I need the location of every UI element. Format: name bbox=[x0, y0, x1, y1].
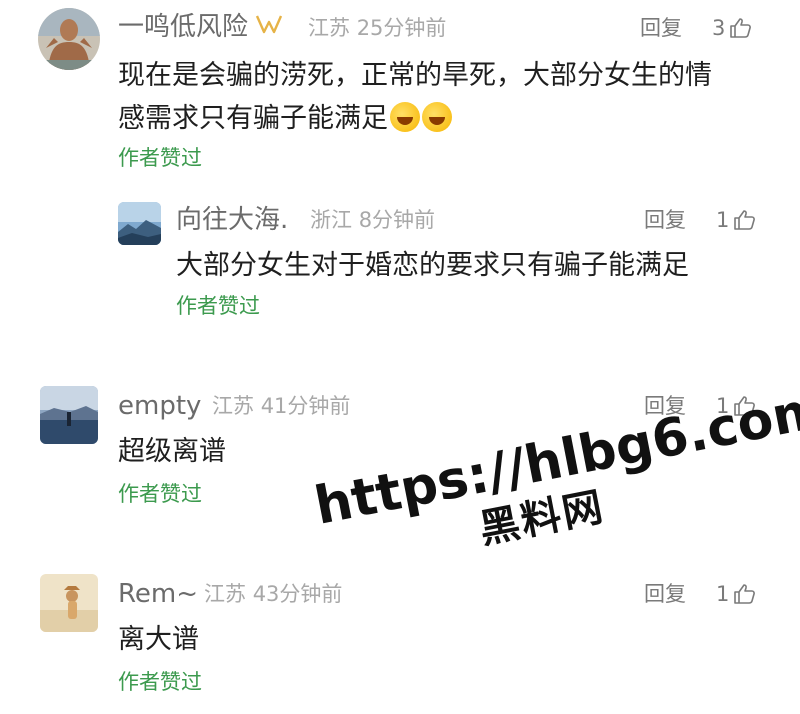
username[interactable]: Rem~ bbox=[118, 578, 198, 610]
like-button[interactable]: 1 bbox=[716, 578, 757, 610]
thumbs-up-icon bbox=[730, 18, 752, 38]
avatar[interactable] bbox=[40, 386, 98, 444]
like-button[interactable]: 3 bbox=[712, 12, 753, 44]
laughing-emoji-icon bbox=[390, 102, 420, 132]
comment-item: 一鸣低风险 江苏 25分钟前 回复 3 现在是会骗的涝死，正常的旱死，大部分女生… bbox=[0, 0, 800, 200]
reply-button[interactable]: 回复 bbox=[640, 12, 682, 44]
author-liked-label: 作者赞过 bbox=[118, 146, 202, 170]
thumbs-up-icon bbox=[734, 584, 756, 604]
avatar[interactable] bbox=[118, 202, 161, 245]
reply-button[interactable]: 回复 bbox=[644, 204, 686, 236]
like-button[interactable]: 1 bbox=[716, 204, 757, 236]
comment-text: 大部分女生对于婚恋的要求只有骗子能满足 bbox=[176, 250, 689, 281]
avatar[interactable] bbox=[38, 8, 100, 70]
author-liked-label: 作者赞过 bbox=[118, 670, 202, 694]
author-liked-label: 作者赞过 bbox=[176, 294, 260, 318]
vip-badge-icon bbox=[254, 12, 284, 44]
author-liked-label: 作者赞过 bbox=[118, 482, 202, 506]
laughing-emoji-icon bbox=[422, 102, 452, 132]
username[interactable]: empty bbox=[118, 390, 201, 422]
username[interactable]: 向往大海. bbox=[176, 204, 288, 236]
comment-meta: 浙江 8分钟前 bbox=[310, 208, 436, 232]
thumbs-up-icon bbox=[734, 210, 756, 230]
comment-meta: 江苏 25分钟前 bbox=[308, 16, 447, 40]
avatar[interactable] bbox=[40, 574, 98, 632]
comment-meta: 江苏 41分钟前 bbox=[212, 394, 351, 418]
comment-text: 现在是会骗的涝死，正常的旱死，大部分女生的情 感需求只有骗子能满足 bbox=[118, 60, 712, 134]
username[interactable]: 一鸣低风险 bbox=[118, 11, 284, 44]
comment-meta: 江苏 43分钟前 bbox=[204, 582, 343, 606]
reply-button[interactable]: 回复 bbox=[644, 578, 686, 610]
comment-item: Rem~ 江苏 43分钟前 回复 1 离大谱 作者赞过 bbox=[0, 566, 800, 714]
comment-text: 离大谱 bbox=[118, 624, 199, 655]
reply-item: 向往大海. 浙江 8分钟前 回复 1 大部分女生对于婚恋的要求只有骗子能满足 作… bbox=[0, 190, 800, 330]
